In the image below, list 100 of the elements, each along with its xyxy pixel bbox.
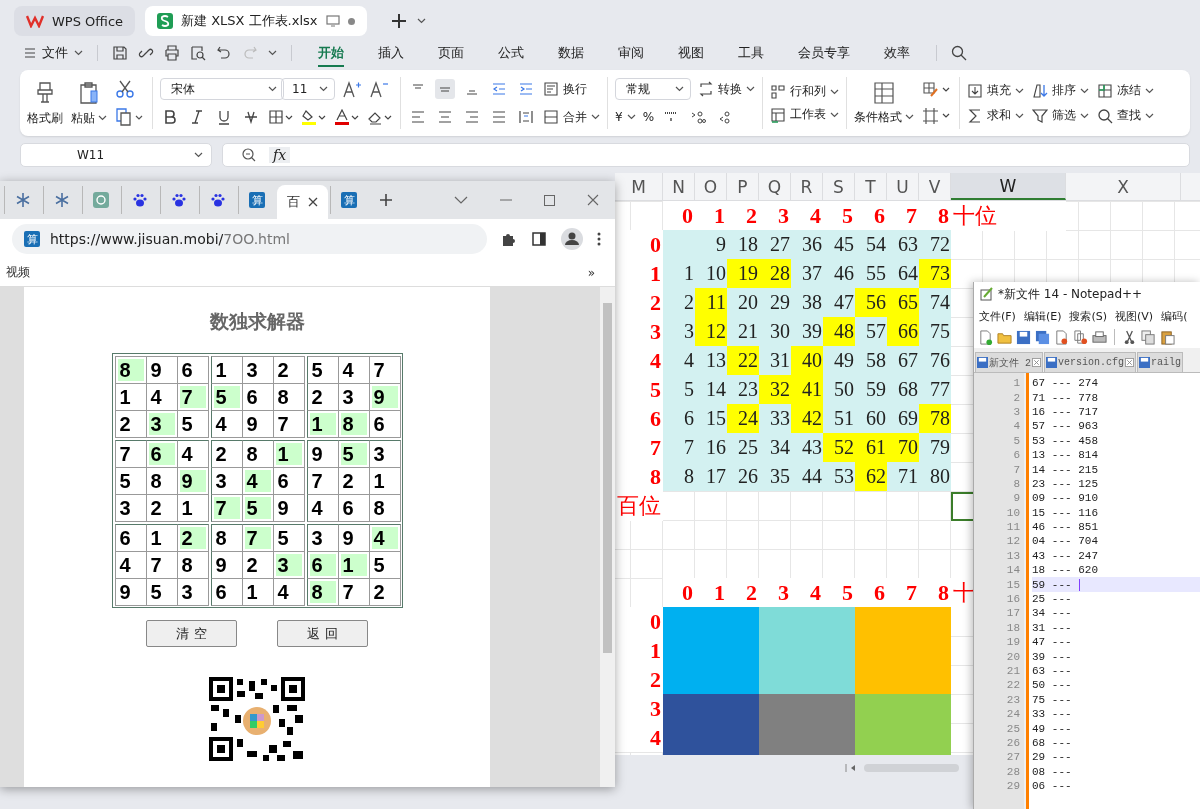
file-menu-button[interactable]: 文件 [24,44,83,62]
percent-button[interactable]: % [642,110,655,124]
caret-icon[interactable] [1145,87,1154,94]
sudoku-cell[interactable]: 6 [306,551,339,579]
sudoku-cell[interactable]: 1 [306,410,339,438]
close-file-icon[interactable] [1054,329,1069,345]
ribbon-tab[interactable]: 页面 [438,39,464,67]
sort-button[interactable]: 排序 [1032,82,1089,99]
close-all-icon[interactable] [1073,329,1088,345]
sudoku-cell[interactable]: 1 [176,494,209,522]
save-icon[interactable] [1016,329,1031,345]
sudoku-cell[interactable]: 5 [210,383,243,411]
sort-icon[interactable] [1032,82,1048,99]
bookmark-link[interactable]: 视频 [6,264,30,281]
fill-down-icon[interactable] [967,82,983,99]
convert-icon[interactable] [698,81,714,97]
sudoku-cell[interactable]: 4 [368,524,401,552]
rows-columns-button[interactable]: 行和列 [770,83,839,100]
ribbon-tab[interactable]: 工具 [738,39,764,67]
maximize-icon[interactable] [544,194,555,206]
number-format-dropdown[interactable]: 常规 [615,78,691,100]
caret-icon[interactable] [746,86,755,92]
file-tab[interactable]: 新文件 2 [975,352,1043,372]
font-dropdown[interactable]: 宋体 [160,78,284,100]
side-panel-icon[interactable] [531,231,547,247]
sudoku-cell[interactable]: 7 [241,524,274,552]
sudoku-cell[interactable]: 4 [210,410,243,438]
close-icon[interactable] [587,194,599,206]
sudoku-cell[interactable]: 8 [368,494,401,522]
page-button[interactable]: 清 空 [146,620,237,647]
monitor-icon[interactable] [325,15,340,27]
cell-style-icon[interactable] [922,81,952,99]
sudoku-cell[interactable]: 2 [272,356,305,384]
filter-button[interactable]: 筛选 [1032,107,1089,124]
browser-tab[interactable]: 百 [277,185,328,219]
print-icon[interactable] [164,45,180,61]
sudoku-cell[interactable]: 8 [114,356,147,384]
wrap-text-button[interactable]: 换行 [543,80,587,98]
sudoku-cell[interactable]: 2 [176,524,209,552]
sudoku-cell[interactable]: 1 [272,440,305,468]
fill-button[interactable]: 填充 [967,82,1024,99]
sudoku-cell[interactable]: 4 [306,494,339,522]
freeze-button[interactable]: 冻结 [1097,82,1154,99]
file-tab[interactable]: railg [1137,352,1184,372]
column-header[interactable]: W [951,173,1066,200]
align-middle-icon[interactable] [435,79,455,99]
fill-color-icon[interactable] [301,109,327,125]
rows-columns-icon[interactable] [770,83,786,100]
ribbon-tab[interactable]: 会员专享 [798,39,850,67]
search-icon[interactable] [951,45,967,61]
sudoku-cell[interactable]: 5 [337,440,370,468]
caret-icon[interactable] [830,111,839,118]
sigma-icon[interactable] [967,107,983,124]
vertical-scrollbar[interactable] [600,287,615,787]
ribbon-tab[interactable]: 视图 [678,39,704,67]
ribbon-tab[interactable]: 插入 [378,39,404,67]
puzzle-icon[interactable] [501,231,517,247]
sudoku-cell[interactable]: 6 [114,524,147,552]
sudoku-cell[interactable]: 8 [306,578,339,606]
sudoku-cell[interactable]: 9 [114,578,147,606]
text-editor[interactable] [974,373,1200,809]
menu-item[interactable]: 搜索(S) [1069,308,1108,324]
conditional-format-icon[interactable] [871,80,897,105]
menu-item[interactable]: 编辑(E) [1023,308,1062,324]
column-header[interactable]: Q [759,173,791,200]
menu-item[interactable]: 文件(F) [979,308,1016,324]
close-icon[interactable] [308,197,318,207]
sudoku-cell[interactable]: 6 [210,578,243,606]
column-header[interactable]: U [887,173,919,200]
sudoku-cell[interactable]: 6 [368,410,401,438]
caret-icon[interactable] [591,114,600,120]
caret-icon[interactable] [1015,87,1024,94]
tab-list-icon[interactable] [454,196,468,204]
sudoku-cell[interactable]: 8 [337,410,370,438]
ribbon-tab[interactable]: 数据 [558,39,584,67]
browser-tab[interactable]: 算 [330,186,367,214]
document-tab[interactable]: WPS Office [14,6,136,36]
sudoku-cell[interactable]: 6 [145,440,178,468]
file-tab[interactable]: version.cfg [1044,352,1137,372]
document-tab[interactable]: 新建 XLSX 工作表.xlsx [145,6,367,36]
menu-item[interactable]: 视图(V) [1115,308,1154,324]
borders-icon[interactable] [268,109,294,125]
search-icon[interactable] [1097,107,1113,124]
caret-icon[interactable] [74,50,83,56]
sudoku-cell[interactable]: 2 [368,578,401,606]
caret-icon[interactable] [319,86,328,92]
wrap-text-icon[interactable] [543,81,559,97]
filter-icon[interactable] [1032,107,1048,124]
address-bar[interactable]: 算 https://www.jisuan.mobi/7OO.html [12,224,487,254]
caret-icon[interactable] [1015,112,1024,119]
sudoku-cell[interactable]: 3 [145,410,178,438]
ribbon-tab[interactable]: 审阅 [618,39,644,67]
caret-icon[interactable] [268,86,277,92]
ribbon-tab[interactable]: 公式 [498,39,524,67]
worksheet-button[interactable]: 工作表 [770,106,839,123]
sudoku-cell[interactable]: 3 [368,440,401,468]
horizontal-scrollbar[interactable] [864,764,959,772]
increase-font-icon[interactable] [342,80,362,98]
sudoku-cell[interactable]: 7 [210,494,243,522]
caret-icon[interactable] [905,114,914,120]
